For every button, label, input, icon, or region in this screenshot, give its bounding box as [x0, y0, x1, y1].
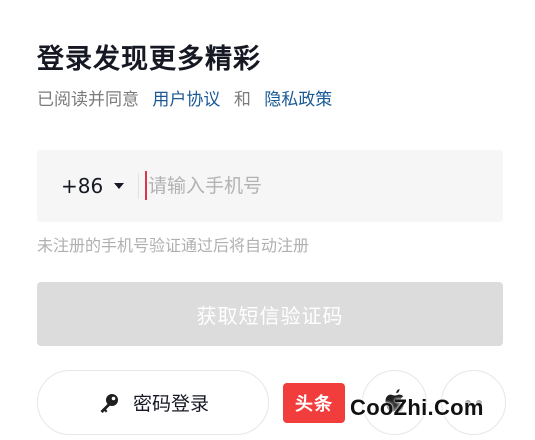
- privacy-policy-link[interactable]: 隐私政策: [264, 90, 332, 110]
- key-icon: [97, 391, 121, 415]
- country-code-selector[interactable]: +86: [61, 172, 125, 200]
- text-cursor: [145, 171, 147, 200]
- get-sms-code-button[interactable]: 获取短信验证码: [37, 282, 503, 346]
- country-code-label: +86: [61, 174, 104, 198]
- agreement-text: 已阅读并同意 用户协议 和 隐私政策: [37, 87, 332, 113]
- password-login-label: 密码登录: [132, 393, 209, 415]
- divider: [138, 173, 139, 199]
- auto-register-hint: 未注册的手机号验证通过后将自动注册: [37, 236, 310, 255]
- phone-input-container: +86: [37, 150, 503, 222]
- page-title: 登录发现更多精彩: [37, 44, 261, 75]
- password-login-button[interactable]: 密码登录: [37, 370, 269, 435]
- caret-down-icon: [114, 183, 125, 189]
- toutiao-login-button[interactable]: 头条: [283, 383, 345, 423]
- agreement-conjunction: 和: [233, 90, 251, 110]
- user-agreement-link[interactable]: 用户协议: [152, 90, 220, 110]
- phone-number-input[interactable]: [148, 168, 478, 204]
- agreement-prefix: 已阅读并同意: [37, 90, 139, 110]
- watermark: CooZhi.Com: [350, 395, 484, 420]
